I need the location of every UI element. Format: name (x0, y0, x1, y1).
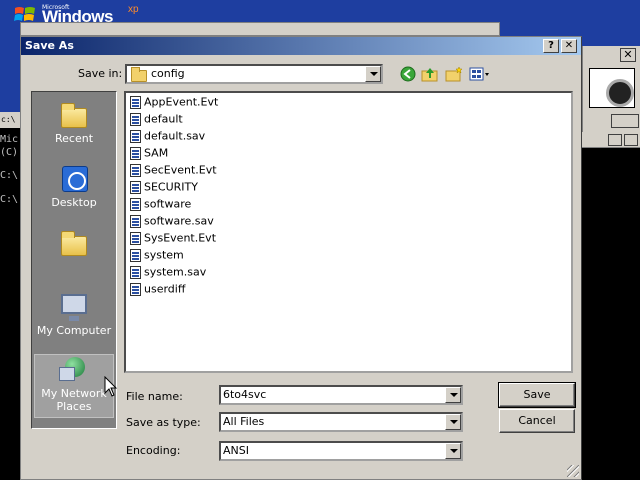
save-in-value: config (151, 67, 185, 80)
close-button[interactable]: ✕ (561, 39, 577, 53)
console-right-titlebar (582, 132, 640, 148)
file-icon (130, 163, 141, 177)
places-item-desktop[interactable]: Desktop (34, 164, 114, 209)
chevron-down-icon[interactable] (445, 387, 461, 403)
places-item-label: Recent (54, 132, 94, 145)
file-icon (130, 214, 141, 228)
file-name: userdiff (144, 282, 186, 296)
cancel-button[interactable]: Cancel (499, 409, 575, 433)
file-list-item[interactable]: software.sav (130, 214, 214, 231)
background-window-titlebar (20, 22, 500, 36)
file-list-item[interactable]: SECURITY (130, 180, 198, 197)
places-item-my-network-places[interactable]: My Network Places (34, 354, 114, 418)
file-list-item[interactable]: system.sav (130, 265, 206, 282)
file-list-item[interactable]: default (130, 112, 183, 129)
console-window-right (582, 132, 640, 480)
network-places-icon (59, 355, 89, 385)
window-buttons[interactable] (611, 114, 639, 128)
maximize-icon[interactable] (624, 134, 638, 146)
file-name: default (144, 112, 183, 126)
file-name: SAM (144, 146, 169, 160)
file-list-item[interactable]: software (130, 197, 191, 214)
file-icon (130, 95, 141, 109)
file-list-item[interactable]: SAM (130, 146, 168, 163)
save-as-type-label: Save as type: (126, 416, 201, 429)
back-icon[interactable] (399, 66, 417, 82)
save-as-dialog: Save As ? ✕ Save in: config Recent Deskt… (20, 36, 582, 480)
file-icon (130, 231, 141, 245)
save-as-type-dropdown[interactable]: All Files (219, 412, 463, 432)
background-right-window: ✕ (582, 46, 640, 132)
close-icon[interactable]: ✕ (620, 48, 636, 62)
file-name: software.sav (144, 214, 214, 228)
file-icon (130, 112, 141, 126)
encoding-dropdown[interactable]: ANSI (219, 441, 463, 461)
folder-icon (59, 228, 89, 258)
chevron-down-icon[interactable] (445, 414, 461, 430)
places-item-my-computer[interactable]: My Computer (34, 292, 114, 338)
file-list-item[interactable]: default.sav (130, 129, 205, 146)
folder-icon (131, 67, 147, 82)
dialog-title: Save As (25, 39, 74, 52)
desktop-icon (59, 164, 89, 194)
file-list[interactable]: AppEvent.Evt default default.sav SAM Sec… (124, 91, 573, 373)
console-titlebar: c:\ (0, 112, 22, 128)
file-name-input[interactable]: 6to4svc (219, 385, 463, 405)
console-line: C:\ (0, 194, 19, 205)
encoding-label: Encoding: (126, 444, 181, 457)
help-button[interactable]: ? (543, 39, 559, 53)
file-name: SecEvent.Evt (144, 163, 217, 177)
save-in-dropdown[interactable]: config (125, 64, 383, 84)
file-icon (130, 129, 141, 143)
resize-grip-icon[interactable] (567, 465, 579, 477)
encoding-value: ANSI (223, 444, 249, 457)
save-as-type-value: All Files (223, 415, 265, 428)
new-folder-icon[interactable] (445, 66, 463, 82)
file-name: AppEvent.Evt (144, 95, 219, 109)
cd-image-icon (589, 68, 635, 108)
logo-xp-text: xp (128, 4, 139, 15)
places-item-label: My Network Places (41, 387, 107, 413)
file-name: software (144, 197, 192, 211)
view-menu-icon[interactable] (469, 66, 491, 82)
console-window: c:\ Mic (C) C:\ C:\ (0, 112, 22, 480)
places-item-folder[interactable] (34, 228, 114, 262)
file-list-item[interactable]: system (130, 248, 184, 265)
dialog-titlebar[interactable]: Save As ? ✕ (21, 37, 581, 55)
console-line: C:\ (0, 170, 19, 181)
mouse-cursor-icon (104, 376, 118, 397)
file-icon (130, 146, 141, 160)
file-icon (130, 248, 141, 262)
chevron-down-icon[interactable] (365, 66, 381, 82)
places-item-label: My Computer (36, 324, 112, 337)
file-list-item[interactable]: SecEvent.Evt (130, 163, 217, 180)
chevron-down-icon[interactable] (445, 443, 461, 459)
file-name: SysEvent.Evt (144, 231, 217, 245)
file-name: SECURITY (144, 180, 198, 194)
file-name-value: 6to4svc (223, 388, 267, 401)
save-button[interactable]: Save (498, 382, 576, 408)
file-name: system.sav (144, 265, 207, 279)
file-name: system (144, 248, 184, 262)
restore-icon[interactable] (608, 134, 622, 146)
file-icon (130, 282, 141, 296)
file-list-item[interactable]: userdiff (130, 282, 185, 299)
file-list-item[interactable]: AppEvent.Evt (130, 95, 218, 112)
console-line: (C) (0, 147, 19, 158)
console-line: Mic (0, 134, 19, 145)
save-in-label: Save in: (78, 67, 123, 80)
file-icon (130, 197, 141, 211)
places-item-label: Desktop (51, 196, 97, 209)
file-name: default.sav (144, 129, 206, 143)
recent-folder-icon (59, 100, 89, 130)
file-list-item[interactable]: SysEvent.Evt (130, 231, 216, 248)
my-computer-icon (59, 292, 89, 322)
places-item-recent[interactable]: Recent (34, 100, 114, 145)
file-icon (130, 180, 141, 194)
up-folder-icon[interactable] (421, 66, 439, 82)
file-name-label: File name: (126, 390, 183, 403)
file-icon (130, 265, 141, 279)
